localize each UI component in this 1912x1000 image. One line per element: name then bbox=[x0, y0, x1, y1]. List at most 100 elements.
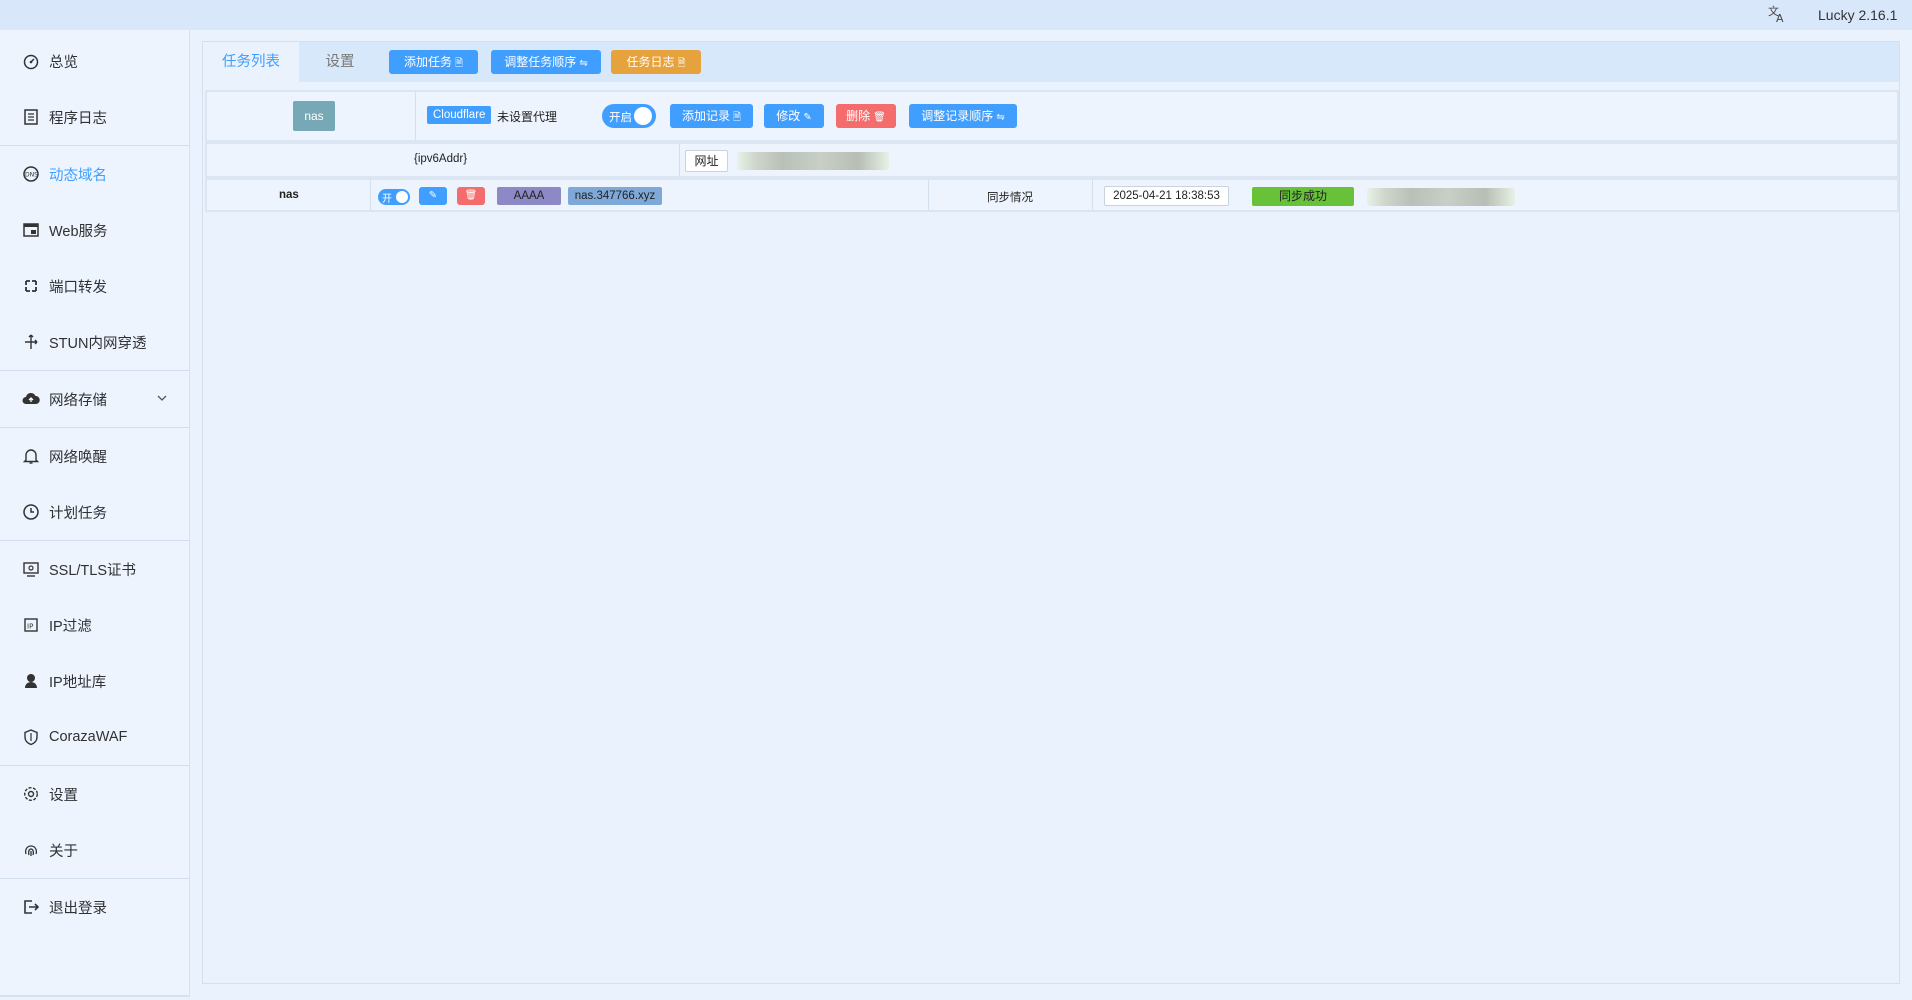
svg-text:IP: IP bbox=[27, 623, 33, 631]
swap-icon: ⇋ bbox=[579, 58, 588, 69]
port-forward-icon bbox=[22, 277, 40, 295]
sidebar-item-label: 程序日志 bbox=[49, 110, 107, 127]
sidebar-item-about[interactable]: 关于 bbox=[0, 822, 190, 878]
sidebar-item-ip-filter[interactable]: IP IP过滤 bbox=[0, 597, 190, 653]
edit-label: 修改 bbox=[776, 109, 801, 123]
delete-task-button[interactable]: 删除 🗑 bbox=[836, 104, 896, 128]
document-icon: 🗎 bbox=[677, 58, 686, 69]
redacted-ip bbox=[737, 152, 889, 170]
reorder-tasks-button[interactable]: 调整任务顺序 ⇋ bbox=[491, 50, 601, 74]
sidebar-item-network-storage[interactable]: 网络存储 bbox=[0, 371, 190, 427]
web-service-icon bbox=[22, 221, 40, 239]
reorder-records-label: 调整记录顺序 bbox=[921, 109, 994, 123]
redacted-ip bbox=[1367, 188, 1515, 206]
sidebar-item-ssl-certificates[interactable]: SSL/TLS证书 bbox=[0, 541, 190, 597]
add-task-label: 添加任务 bbox=[403, 55, 452, 69]
sync-time: 2025-04-21 18:38:53 bbox=[1104, 186, 1229, 206]
record-name: nas bbox=[279, 189, 299, 201]
sidebar-item-label: 设置 bbox=[49, 787, 78, 804]
svg-text:DNS: DNS bbox=[25, 172, 38, 179]
trash-icon: 🗑 bbox=[464, 190, 478, 201]
sidebar-item-ddns[interactable]: DNS 动态域名 bbox=[0, 146, 190, 202]
edit-task-button[interactable]: 修改 ✎ bbox=[764, 104, 824, 128]
edit-icon: ✎ bbox=[428, 190, 438, 201]
cloud-storage-icon bbox=[22, 390, 40, 408]
ip-database-icon bbox=[22, 672, 40, 690]
tab-settings[interactable]: 设置 bbox=[305, 42, 375, 82]
record-enable-switch[interactable]: 开 bbox=[378, 189, 410, 205]
clock-icon bbox=[22, 503, 40, 521]
record-domain[interactable]: nas.347766.xyz bbox=[568, 187, 662, 205]
sidebar-item-label: 网络存储 bbox=[49, 392, 107, 409]
switch-label: 开 bbox=[382, 194, 392, 205]
sidebar-item-overview[interactable]: 总览 bbox=[0, 33, 190, 89]
sidebar-item-coraza-waf[interactable]: CorazaWAF bbox=[0, 709, 190, 765]
sidebar-item-label: IP地址库 bbox=[49, 674, 107, 691]
sidebar-item-ip-database[interactable]: IP地址库 bbox=[0, 653, 190, 709]
divider bbox=[370, 180, 371, 210]
dashboard-icon bbox=[22, 52, 40, 70]
task-log-label: 任务日志 bbox=[626, 55, 675, 69]
bell-icon bbox=[22, 447, 40, 465]
sidebar-item-label: 动态域名 bbox=[49, 167, 107, 184]
sidebar-item-label: 网络唤醒 bbox=[49, 449, 107, 466]
divider bbox=[1092, 180, 1093, 210]
proxy-status: 未设置代理 bbox=[497, 110, 558, 124]
edit-record-button[interactable]: ✎ bbox=[419, 187, 447, 205]
ip-source-row: {ipv6Addr} 网址 bbox=[205, 142, 1899, 178]
reorder-records-button[interactable]: 调整记录顺序 ⇋ bbox=[909, 104, 1017, 128]
reorder-tasks-label: 调整任务顺序 bbox=[504, 55, 577, 69]
swap-icon: ⇋ bbox=[996, 112, 1005, 123]
dns-icon: DNS bbox=[22, 165, 40, 183]
task-row: nas Cloudflare 未设置代理 开启 添加记录 🗎 修改 ✎ 删除 🗑 调整… bbox=[205, 90, 1899, 142]
log-icon bbox=[22, 108, 40, 126]
divider bbox=[415, 92, 416, 140]
translate-icon[interactable]: 文A bbox=[1766, 4, 1788, 26]
edit-icon: ✎ bbox=[803, 112, 812, 123]
sidebar-item-label: IP过滤 bbox=[49, 618, 92, 635]
sidebar-item-program-log[interactable]: 程序日志 bbox=[0, 89, 190, 145]
switch-knob bbox=[396, 191, 408, 203]
app-version: Lucky 2.16.1 bbox=[1818, 7, 1898, 23]
sidebar-item-label: 计划任务 bbox=[49, 505, 107, 522]
divider bbox=[928, 180, 929, 210]
add-record-label: 添加记录 bbox=[681, 109, 730, 123]
sidebar-item-settings[interactable]: 设置 bbox=[0, 766, 190, 822]
sidebar-item-stun[interactable]: STUN内网穿透 bbox=[0, 314, 190, 370]
task-enable-switch[interactable]: 开启 bbox=[602, 104, 656, 128]
tabs-toolbar: 任务列表 设置 添加任务 🗎 调整任务顺序 ⇋ 任务日志 🗎 bbox=[203, 42, 1899, 82]
delete-record-button[interactable]: 🗑 bbox=[457, 187, 485, 205]
sidebar-item-port-forward[interactable]: 端口转发 bbox=[0, 258, 190, 314]
delete-label: 删除 bbox=[846, 109, 871, 123]
divider bbox=[679, 144, 680, 176]
sidebar-item-label: SSL/TLS证书 bbox=[49, 562, 137, 579]
filter-icon: IP bbox=[22, 616, 40, 634]
switch-knob bbox=[634, 107, 652, 125]
record-row: nas 开 ✎ 🗑 AAAA nas.347766.xyz 同步情况 2025-… bbox=[205, 178, 1899, 212]
main-panel: 任务列表 设置 添加任务 🗎 调整任务顺序 ⇋ 任务日志 🗎 nas Cloudfla… bbox=[202, 41, 1900, 984]
divider bbox=[0, 995, 190, 997]
provider-badge: Cloudflare bbox=[427, 106, 492, 124]
chevron-down-icon[interactable] bbox=[155, 391, 169, 405]
add-task-button[interactable]: 添加任务 🗎 bbox=[389, 50, 478, 74]
sidebar-item-scheduled-tasks[interactable]: 计划任务 bbox=[0, 484, 190, 540]
add-record-button[interactable]: 添加记录 🗎 bbox=[670, 104, 753, 128]
document-icon: 🗎 bbox=[454, 58, 464, 69]
task-log-button[interactable]: 任务日志 🗎 bbox=[611, 50, 701, 74]
trash-icon: 🗑 bbox=[873, 112, 886, 123]
tab-task-list[interactable]: 任务列表 bbox=[203, 42, 299, 82]
fingerprint-icon bbox=[22, 841, 40, 859]
sidebar-item-label: 关于 bbox=[49, 843, 78, 860]
sync-status-label: 同步情况 bbox=[987, 192, 1033, 204]
sidebar-item-logout[interactable]: 退出登录 bbox=[0, 879, 190, 935]
record-type-badge: AAAA bbox=[497, 187, 561, 205]
gear-icon bbox=[22, 785, 40, 803]
svg-text:A: A bbox=[1776, 12, 1784, 24]
task-name-badge[interactable]: nas bbox=[293, 101, 335, 131]
sidebar: 总览 程序日志 DNS 动态域名 Web服务 端口转发 STUN内网穿透 网络存… bbox=[0, 30, 190, 996]
sidebar-item-label: Web服务 bbox=[49, 223, 108, 240]
ip-source: {ipv6Addr} bbox=[414, 153, 468, 165]
sidebar-item-wake-on-lan[interactable]: 网络唤醒 bbox=[0, 428, 190, 484]
switch-label: 开启 bbox=[609, 112, 632, 124]
sidebar-item-web-service[interactable]: Web服务 bbox=[0, 202, 190, 258]
